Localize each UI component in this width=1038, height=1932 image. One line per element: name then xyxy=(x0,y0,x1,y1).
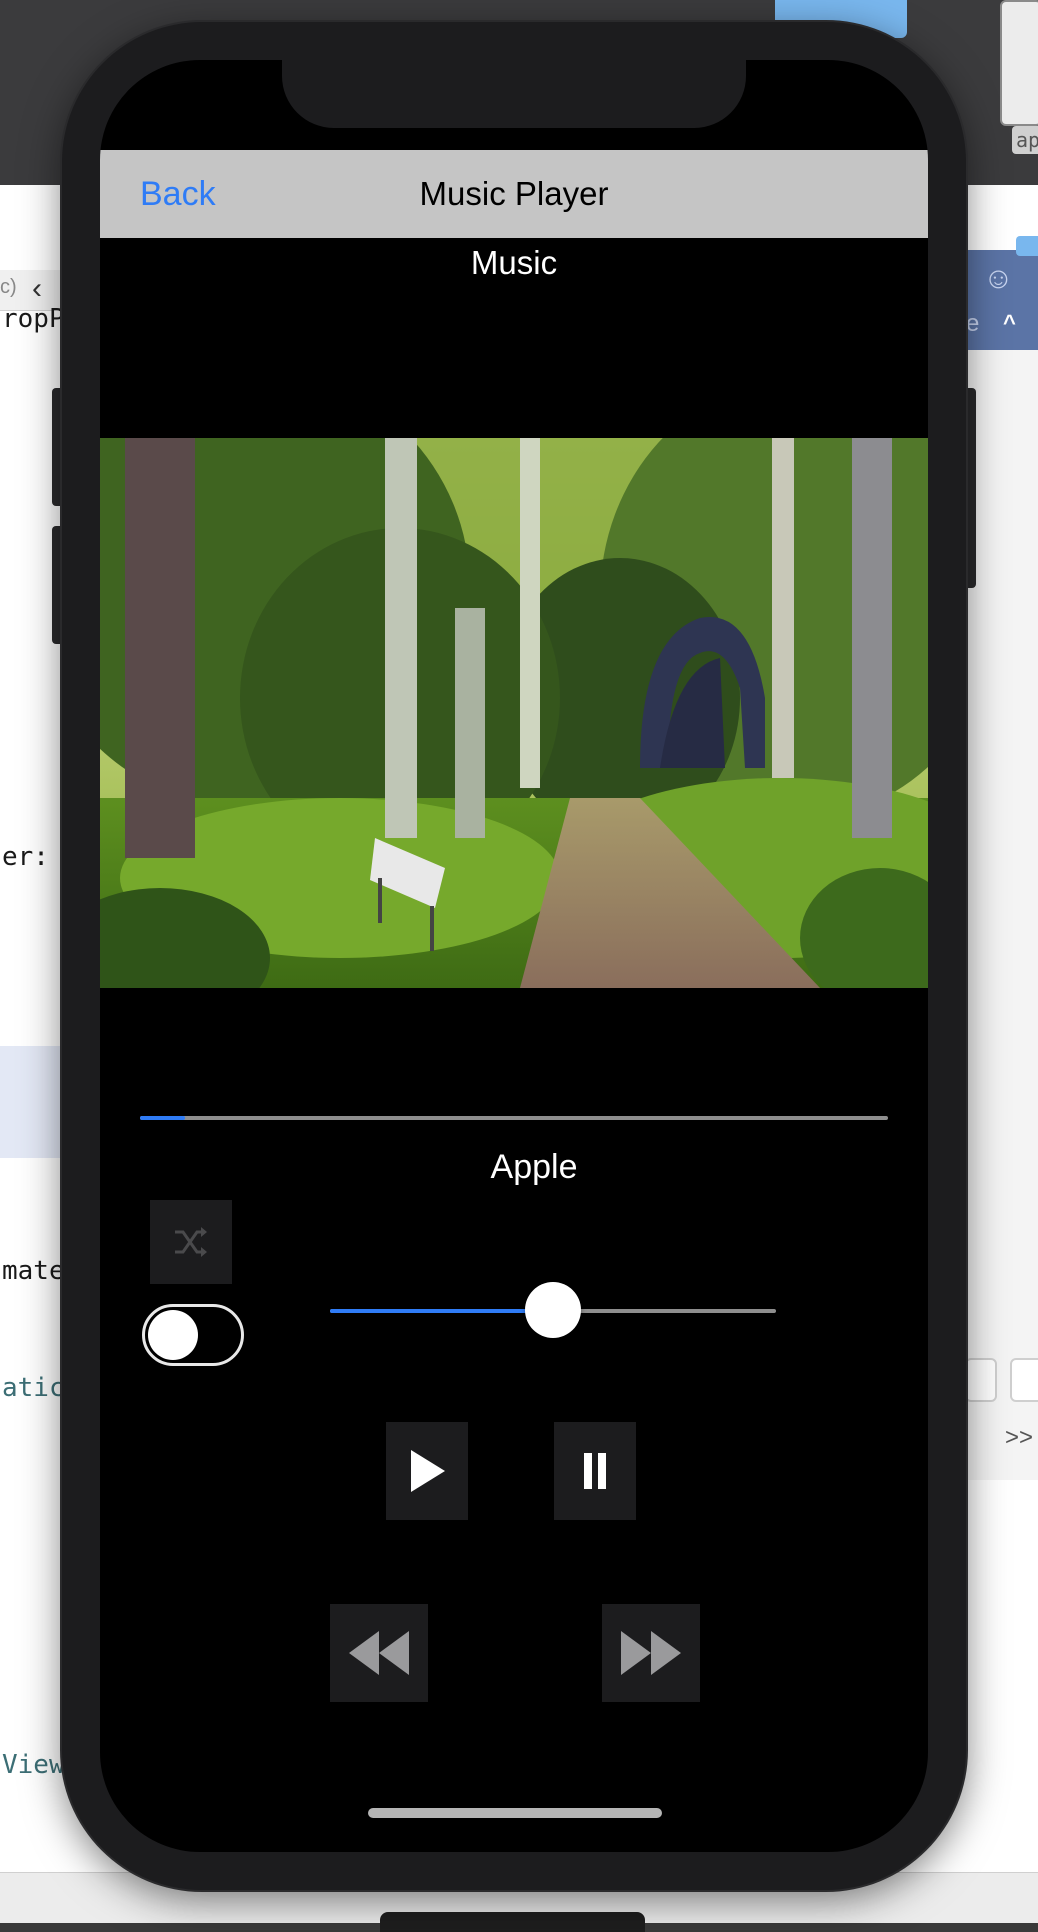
song-title: Apple xyxy=(490,1148,578,1186)
double-chevron-right-icon[interactable]: >> xyxy=(1005,1424,1033,1452)
pause-icon xyxy=(584,1453,606,1489)
shuffle-icon xyxy=(175,1227,207,1257)
shuffle-button[interactable] xyxy=(150,1200,232,1284)
play-icon xyxy=(411,1450,445,1492)
code-line-fragment: mate xyxy=(2,1256,65,1286)
page-title: Music Player xyxy=(419,175,609,212)
chevron-left-icon[interactable]: ‹ xyxy=(32,272,42,306)
ide-inspector-field[interactable] xyxy=(965,1358,997,1402)
toggle-knob xyxy=(148,1310,198,1360)
rewind-icon xyxy=(349,1631,409,1675)
home-indicator xyxy=(368,1808,662,1818)
volume-slider-thumb[interactable] xyxy=(525,1282,581,1338)
volume-slider-fill xyxy=(330,1309,553,1313)
phone-screen: Music Player Back Music Apple xyxy=(100,60,928,1852)
ide-inspector-tab[interactable] xyxy=(1016,236,1038,256)
ide-inspector-tag: ap xyxy=(1012,126,1038,154)
code-line-fragment: ropP xyxy=(2,304,65,334)
ide-inspector-label: e xyxy=(966,310,980,337)
play-button[interactable] xyxy=(386,1422,468,1520)
code-line-fragment: atic xyxy=(2,1373,65,1403)
ide-inspector-field[interactable] xyxy=(1010,1358,1038,1402)
code-line-fragment: er: xyxy=(2,842,49,872)
ide-debug-tab[interactable] xyxy=(380,1912,645,1932)
fast-forward-button[interactable] xyxy=(602,1604,700,1702)
playback-progress-fill xyxy=(140,1116,185,1120)
volume-slider[interactable] xyxy=(330,1282,776,1338)
navigation-bar: Music Player Back xyxy=(100,150,928,238)
ide-inspector-preview xyxy=(1000,0,1038,126)
back-button[interactable]: Back xyxy=(140,150,216,238)
smiley-icon[interactable]: ☺ xyxy=(983,262,1014,296)
rewind-button[interactable] xyxy=(330,1604,428,1702)
forest-path-image xyxy=(100,438,928,988)
ide-line-highlight xyxy=(0,1046,70,1158)
code-line-fragment: View xyxy=(2,1750,65,1780)
playback-progress-bar[interactable] xyxy=(140,1116,888,1120)
notch xyxy=(282,60,746,128)
album-artwork xyxy=(100,438,928,988)
ide-tab-fragment: c) xyxy=(0,276,17,298)
chevron-up-icon[interactable]: ^ xyxy=(1003,310,1016,336)
shuffle-toggle-switch[interactable] xyxy=(142,1304,244,1366)
pause-button[interactable] xyxy=(554,1422,636,1520)
section-title: Music xyxy=(470,244,558,281)
fast-forward-icon xyxy=(621,1631,681,1675)
